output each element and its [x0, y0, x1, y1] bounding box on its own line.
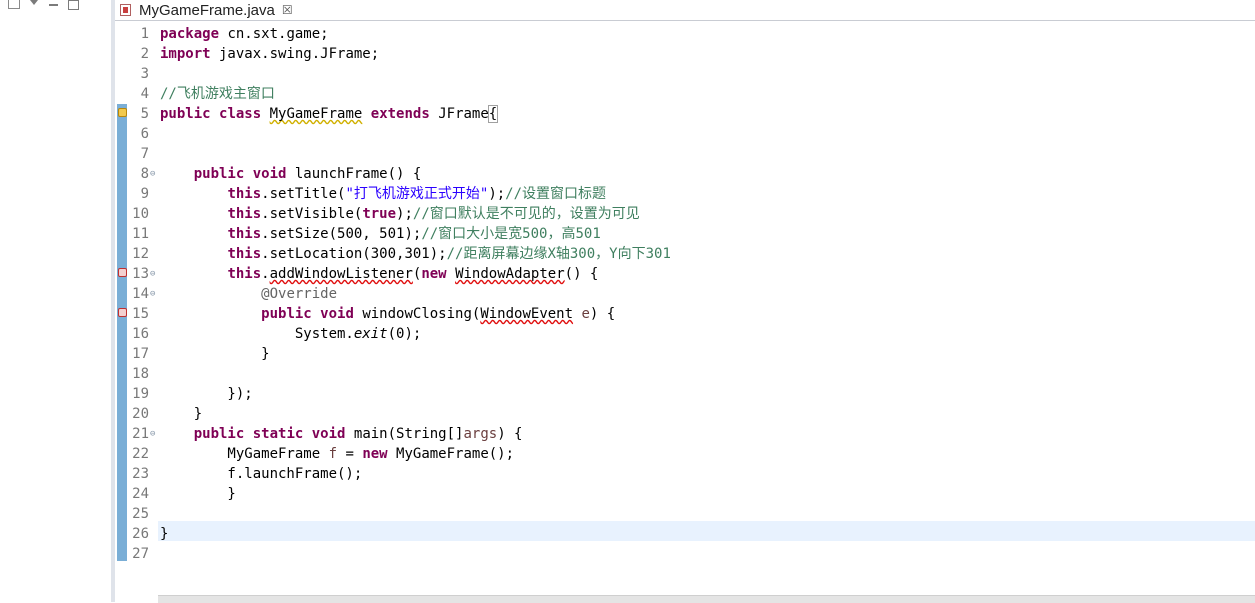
code-line[interactable]: 8 ⊖ public void launchFrame() { [141, 161, 1255, 182]
line-number: 27 [132, 546, 149, 562]
code-line[interactable]: 26} [132, 521, 1255, 542]
line-number: 15 [132, 306, 149, 322]
line-number: 11 [132, 226, 149, 242]
view-menu-icon[interactable] [28, 0, 40, 10]
error-marker-icon[interactable] [118, 308, 127, 317]
quick-diff-bar [117, 104, 127, 561]
code-editor[interactable]: 1 package cn.sxt.game; 2 import javax.swing… [115, 21, 1255, 595]
warning-marker-icon[interactable] [118, 108, 127, 117]
code-line[interactable]: 15 public void windowClosing(WindowEvent… [118, 301, 1255, 322]
code-line[interactable]: 17 } [132, 341, 1255, 362]
java-file-error-icon [120, 4, 131, 16]
code-line[interactable]: 2 import javax.swing.JFrame; [141, 41, 1255, 62]
line-number: 20 [132, 406, 149, 422]
line-number: 24 [132, 486, 149, 502]
code-line[interactable]: 14 ⊖ @Override [132, 281, 1255, 302]
line-number: 14 [132, 286, 149, 302]
code-line[interactable]: 16 System.exit(0); [132, 321, 1255, 342]
line-number: 2 [140, 46, 149, 62]
code-area[interactable]: 1 package cn.sxt.game; 2 import javax.swing… [118, 21, 1255, 595]
code-line[interactable]: 6 [141, 121, 1255, 142]
collapse-all-icon[interactable] [8, 0, 20, 9]
fold-collapse-icon[interactable]: ⊖ [150, 170, 155, 179]
line-number: 17 [132, 346, 149, 362]
line-number: 3 [140, 66, 149, 82]
line-number: 16 [132, 326, 149, 342]
code-line[interactable]: 20 } [132, 401, 1255, 422]
editor-tab[interactable]: MyGameFrame.java ☒ [115, 0, 311, 20]
code-line[interactable]: 27 [132, 541, 1255, 562]
line-number: 26 [132, 526, 149, 542]
code-line[interactable]: 12 this.setLocation(300,301);//距离屏幕边缘X轴3… [132, 241, 1255, 262]
error-marker-icon[interactable] [118, 268, 127, 277]
line-number: 4 [140, 86, 149, 102]
code-line[interactable]: 23 f.launchFrame(); [132, 461, 1255, 482]
fold-collapse-icon[interactable]: ⊖ [150, 270, 155, 279]
code-line[interactable]: 4//飞机游戏主窗口 [141, 81, 1255, 102]
code-line[interactable]: 22 MyGameFrame f = new MyGameFrame(); [132, 441, 1255, 462]
line-number: 13 [132, 266, 149, 282]
package-explorer-pane [0, 0, 111, 602]
line-number: 9 [140, 186, 149, 202]
code-line[interactable]: 25 [132, 501, 1255, 522]
line-number: 19 [132, 386, 149, 402]
line-number: 22 [132, 446, 149, 462]
code-line[interactable]: 9 this.setTitle("打飞机游戏正式开始");//设置窗口标题 [141, 181, 1255, 202]
line-number: 10 [132, 206, 149, 222]
line-number: 7 [140, 146, 149, 162]
code-line[interactable]: 11 this.setSize(500, 501);//窗口大小是宽500，高5… [132, 221, 1255, 242]
code-line[interactable]: 24 } [132, 481, 1255, 502]
fold-collapse-icon[interactable]: ⊖ [150, 290, 155, 299]
code-line[interactable]: 7 [141, 141, 1255, 162]
code-line[interactable]: 19 }); [132, 381, 1255, 402]
code-line[interactable]: 21 ⊖ public static void main(String[]args… [132, 421, 1255, 442]
code-line[interactable]: 10 this.setVisible(true);//窗口默认是不可见的，设置为… [132, 201, 1255, 222]
fold-collapse-icon[interactable]: ⊖ [150, 430, 155, 439]
code-line[interactable]: 13 ⊖ this.addWindowListener(new WindowAda… [118, 261, 1255, 282]
line-number: 25 [132, 506, 149, 522]
line-number: 8 [140, 166, 149, 182]
line-number: 12 [132, 246, 149, 262]
line-number: 1 [140, 26, 149, 42]
line-number: 6 [140, 126, 149, 142]
minimize-icon[interactable] [48, 0, 60, 10]
view-toolbar [8, 0, 79, 12]
editor-tab-label: MyGameFrame.java [139, 1, 275, 19]
line-number: 18 [132, 366, 149, 382]
code-line[interactable]: 18 [132, 361, 1255, 382]
code-line[interactable]: 1 package cn.sxt.game; [141, 21, 1255, 42]
close-icon[interactable]: ☒ [282, 3, 293, 17]
line-number: 5 [140, 106, 149, 122]
code-line[interactable]: 3 [141, 61, 1255, 82]
maximize-icon[interactable] [68, 0, 79, 10]
line-number: 23 [132, 466, 149, 482]
code-line[interactable]: 5 public class MyGameFrame extends JFrame… [118, 101, 1255, 123]
editor-tab-bar: MyGameFrame.java ☒ [115, 0, 1255, 20]
line-number: 21 [132, 426, 149, 442]
